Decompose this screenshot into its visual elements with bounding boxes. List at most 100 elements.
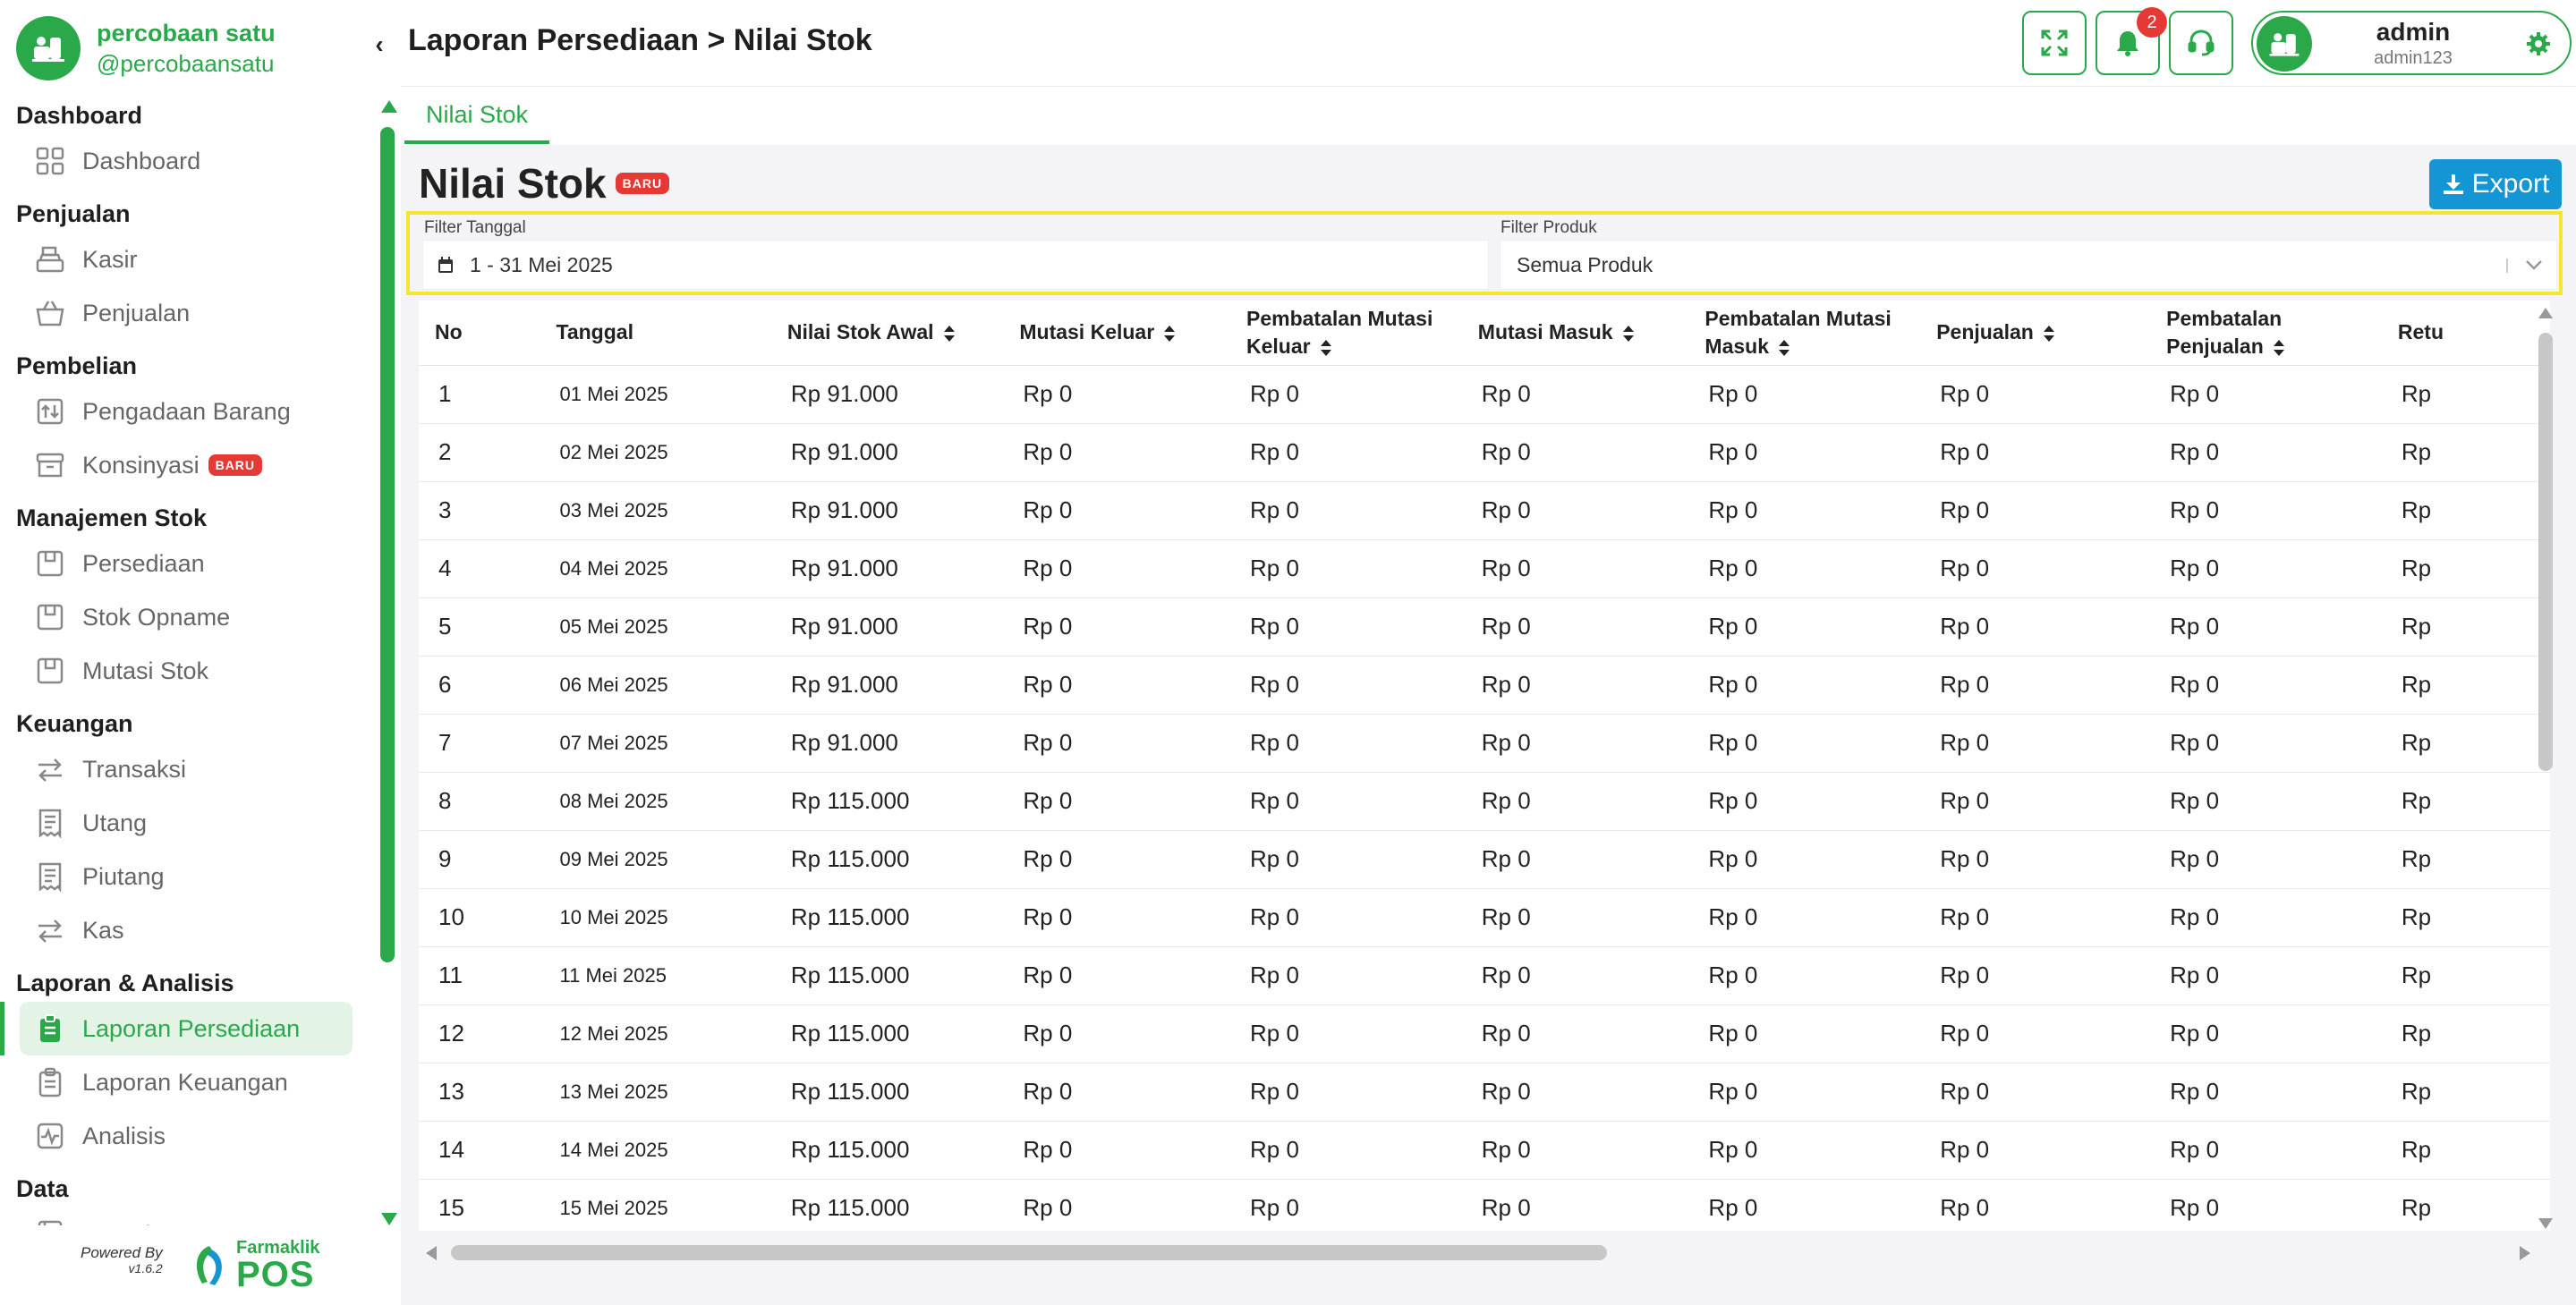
scroll-down-icon[interactable] xyxy=(381,1213,397,1225)
support-button[interactable] xyxy=(2169,11,2233,75)
scroll-down-icon[interactable] xyxy=(2538,1218,2553,1229)
table-row: 2 02 Mei 2025 Rp 91.000 Rp 0 Rp 0 Rp 0 Rp 0 Rp … xyxy=(419,423,2550,482)
table-cell: 01 Mei 2025 xyxy=(540,365,771,424)
sort-icon[interactable] xyxy=(1778,339,1790,357)
sort-icon[interactable] xyxy=(1163,325,1176,343)
table-cell: Rp 115.000 xyxy=(770,1179,1004,1231)
table-cell: Rp 91.000 xyxy=(770,539,1004,598)
column-header-label: No xyxy=(435,320,463,344)
table-cell: 13 xyxy=(419,1063,540,1122)
column-header-label: Mutasi Masuk xyxy=(1477,320,1613,344)
table-cell: Rp 0 xyxy=(1461,1063,1689,1122)
table-cell: Rp 115.000 xyxy=(770,1121,1004,1180)
table-cell: Rp 0 xyxy=(1230,1179,1462,1231)
column-header[interactable]: Pembatalan Mutasi Keluar xyxy=(1230,301,1462,366)
export-button[interactable]: Export xyxy=(2429,159,2562,209)
scroll-right-icon[interactable] xyxy=(2520,1246,2530,1260)
column-header[interactable]: Mutasi Masuk xyxy=(1461,301,1689,366)
receipt-icon xyxy=(34,860,66,893)
sidebar-item-utang[interactable]: Utang xyxy=(20,796,353,850)
column-header[interactable]: Penjualan xyxy=(1920,301,2151,366)
table-cell: 10 Mei 2025 xyxy=(540,888,771,947)
sidebar-item-piutang[interactable]: Piutang xyxy=(20,850,353,903)
sidebar-item-label: Mutasi Stok xyxy=(82,657,209,684)
sort-icon[interactable] xyxy=(943,325,956,343)
sort-icon[interactable] xyxy=(2273,339,2285,357)
table-row: 10 10 Mei 2025 Rp 115.000 Rp 0 Rp 0 Rp 0 Rp 0R… xyxy=(419,888,2550,947)
table-cell: Rp xyxy=(2381,365,2550,424)
user-menu[interactable]: admin admin123 xyxy=(2251,11,2572,75)
scroll-left-icon[interactable] xyxy=(426,1246,437,1260)
date-filter-input[interactable]: 1 - 31 Mei 2025 xyxy=(422,240,1489,290)
table-cell: Rp 0 xyxy=(1688,597,1921,657)
sidebar-item-kasir[interactable]: Kasir xyxy=(20,233,353,286)
table-cell: Rp 0 xyxy=(1003,1121,1230,1180)
sort-icon[interactable] xyxy=(1320,339,1332,357)
sidebar-item-label: Dashboard xyxy=(82,147,201,174)
sidebar-item-label: Utang xyxy=(82,809,148,836)
table-row: 4 04 Mei 2025 Rp 91.000 Rp 0 Rp 0 Rp 0 Rp 0 Rp … xyxy=(419,539,2550,598)
sidebar-item-laporan-persediaan[interactable]: Laporan Persediaan xyxy=(0,1002,353,1055)
table-cell: 14 Mei 2025 xyxy=(540,1121,771,1180)
table-cell: Rp 91.000 xyxy=(770,597,1004,657)
table-cell: Rp 0 xyxy=(1461,946,1689,1005)
fullscreen-button[interactable] xyxy=(2022,11,2087,75)
table-horizontal-scrollbar[interactable] xyxy=(419,1241,2530,1265)
table-cell: Rp 0 xyxy=(1230,1121,1462,1180)
sidebar-item-pengadaan-barang[interactable]: Pengadaan Barang xyxy=(20,385,353,438)
table-hscroll-thumb[interactable] xyxy=(451,1245,1607,1260)
sidebar-item-label: Penjualan xyxy=(82,299,191,326)
column-header-label: Pembatalan Penjualan xyxy=(2166,306,2283,358)
column-header[interactable]: Pembatalan Mutasi Masuk xyxy=(1688,301,1921,366)
sidebar-scrollbar[interactable] xyxy=(376,100,399,1225)
table-cell: Rp 115.000 xyxy=(770,830,1004,889)
scroll-up-icon[interactable] xyxy=(2538,308,2553,318)
table-cell: Rp 0 xyxy=(1920,888,2151,947)
sort-icon[interactable] xyxy=(1622,325,1635,343)
sidebar-item-stok-opname[interactable]: Stok Opname xyxy=(20,590,353,644)
table-cell: Rp 0 xyxy=(1688,656,1921,715)
bell-icon xyxy=(2117,31,2138,56)
column-header[interactable]: Pembatalan Penjualan xyxy=(2150,301,2382,366)
table-cell: Rp 91.000 xyxy=(770,656,1004,715)
sidebar-item-mutasi-stok[interactable]: Mutasi Stok xyxy=(20,644,353,698)
sidebar-item-analisis[interactable]: Analisis xyxy=(20,1109,353,1163)
table-vertical-scrollbar[interactable] xyxy=(2536,304,2555,1234)
column-header-label: Mutasi Keluar xyxy=(1019,320,1155,344)
product-filter-value: Semua Produk xyxy=(1517,252,1654,276)
sidebar-scroll-thumb[interactable] xyxy=(380,127,395,962)
sidebar-item-konsinyasi[interactable]: Konsinyasi BARU xyxy=(20,438,353,492)
sidebar-item-persediaan[interactable]: Persediaan xyxy=(20,537,353,590)
stock-value-table: No Tanggal Nilai Stok Awal Mutasi Keluar Pem… xyxy=(419,301,2550,1231)
sidebar-item-kontak[interactable]: Kontak xyxy=(20,1208,353,1225)
table-cell: Rp 91.000 xyxy=(770,714,1004,773)
table-cell: Rp 0 xyxy=(1461,481,1689,540)
tab-nilai-stok[interactable]: Nilai Stok xyxy=(404,87,549,144)
table-vscroll-thumb[interactable] xyxy=(2538,333,2553,771)
sidebar-item-kas[interactable]: Kas xyxy=(20,903,353,957)
collapse-sidebar-icon[interactable]: ‹ xyxy=(367,32,392,57)
notifications-button[interactable]: 2 xyxy=(2096,7,2167,75)
product-filter-select[interactable]: Semua Produk xyxy=(1500,240,2557,290)
table-cell: Rp 0 xyxy=(1230,423,1462,482)
table-cell: Rp 0 xyxy=(2150,423,2382,482)
sidebar-item-laporan-keuangan[interactable]: Laporan Keuangan xyxy=(20,1055,353,1109)
box-icon xyxy=(34,601,66,633)
table-row: 5 05 Mei 2025 Rp 91.000 Rp 0 Rp 0 Rp 0 Rp 0 Rp … xyxy=(419,597,2550,657)
column-header[interactable]: Mutasi Keluar xyxy=(1003,301,1230,366)
scroll-up-icon[interactable] xyxy=(381,100,397,113)
column-header-label: Tanggal xyxy=(556,320,633,344)
sidebar-item-penjualan[interactable]: Penjualan xyxy=(20,286,353,340)
table-cell: 1 xyxy=(419,365,540,424)
table-cell: Rp 0 xyxy=(1003,539,1230,598)
sidebar-item-dashboard[interactable]: Dashboard xyxy=(20,134,353,188)
table-cell: 03 Mei 2025 xyxy=(540,481,771,540)
table-cell: Rp 0 xyxy=(1230,714,1462,773)
table-cell: Rp 0 xyxy=(1461,888,1689,947)
column-header[interactable]: Nilai Stok Awal xyxy=(770,301,1004,366)
sort-icon[interactable] xyxy=(2043,325,2055,343)
table-cell: Rp 0 xyxy=(1688,1004,1921,1063)
sidebar-item-transaksi[interactable]: Transaksi xyxy=(20,742,353,796)
gear-icon[interactable] xyxy=(2525,30,2552,57)
sidebar-item-label: Piutang xyxy=(82,862,165,890)
